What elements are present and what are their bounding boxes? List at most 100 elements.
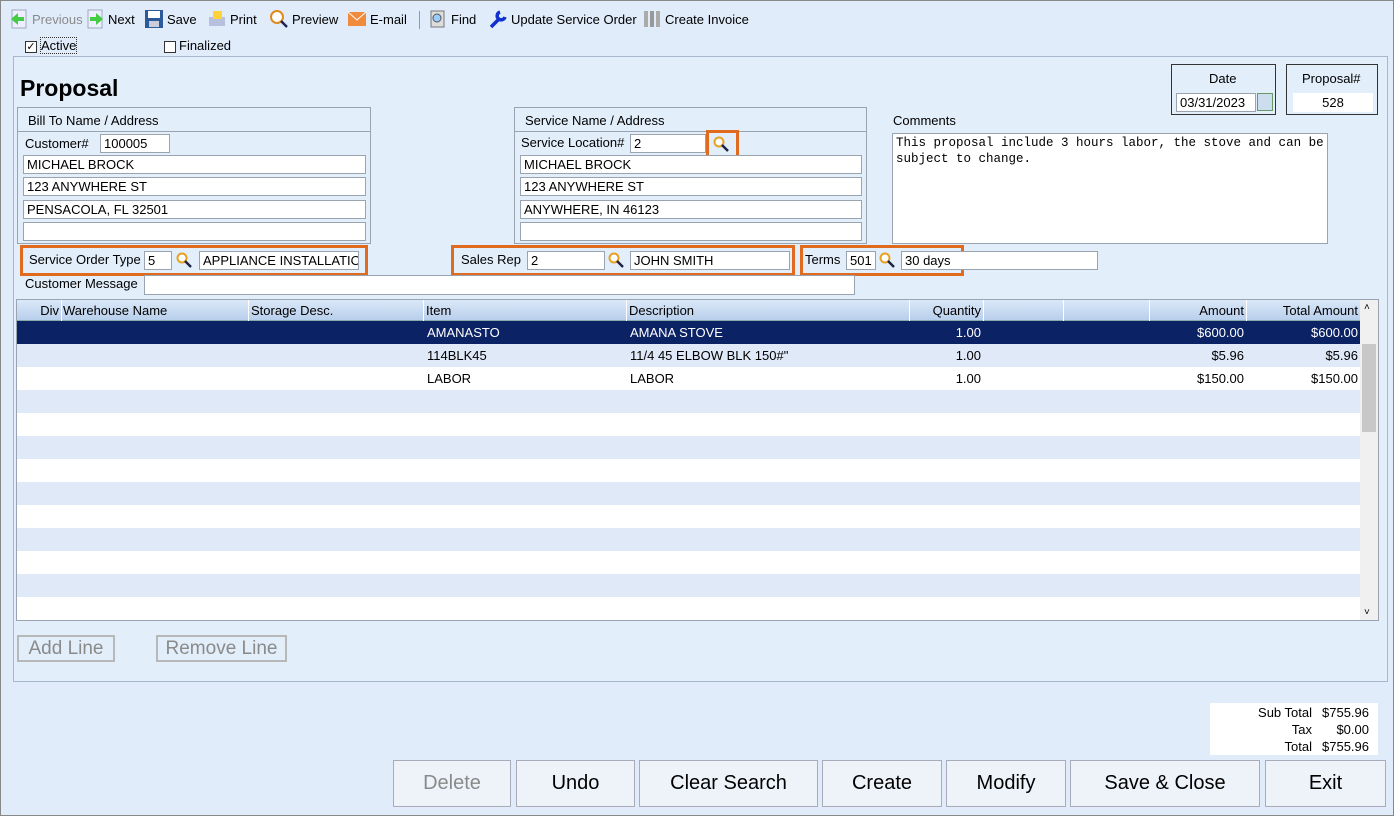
customer-number-field[interactable]: 100005: [100, 134, 170, 153]
search-icon[interactable]: [713, 136, 729, 152]
update-service-order-button[interactable]: Update Service Order: [488, 9, 637, 29]
clear-search-button[interactable]: Clear Search: [639, 760, 818, 807]
email-button[interactable]: E-mail: [347, 9, 407, 29]
service-address-field[interactable]: 123 ANYWHERE ST: [520, 177, 862, 196]
proposal-number-label: Proposal#: [1302, 71, 1361, 86]
customer-label: Customer#: [25, 136, 89, 151]
cell-description: LABOR: [630, 371, 675, 386]
service-order-type-label: Service Order Type: [29, 252, 141, 267]
column-header[interactable]: Quantity: [910, 300, 984, 321]
active-checkbox[interactable]: ✓ Active: [25, 37, 78, 54]
service-order-type-name-field[interactable]: APPLIANCE INSTALLATIO: [199, 251, 359, 270]
table-row[interactable]: AMANASTO AMANA STOVE 1.00 $600.00 $600.00: [17, 321, 1361, 344]
exit-button[interactable]: Exit: [1265, 760, 1386, 807]
scroll-down-icon[interactable]: ˅: [1364, 607, 1370, 618]
empty-row[interactable]: [17, 436, 1361, 459]
save-button[interactable]: Save: [144, 9, 197, 29]
service-header: Service Name / Address: [514, 107, 867, 132]
empty-row[interactable]: [17, 390, 1361, 413]
create-invoice-button[interactable]: Create Invoice: [642, 9, 749, 29]
column-header[interactable]: [984, 300, 1064, 321]
finalized-checkbox[interactable]: Finalized: [164, 38, 231, 53]
search-icon[interactable]: [879, 252, 895, 268]
service-order-type-code-field[interactable]: 5: [144, 251, 172, 270]
cell-description: AMANA STOVE: [630, 325, 723, 340]
delete-button[interactable]: Delete: [393, 760, 511, 807]
bill-to-address-field[interactable]: 123 ANYWHERE ST: [23, 177, 366, 196]
bill-to-city-field[interactable]: PENSACOLA, FL 32501: [23, 200, 366, 219]
bill-to-name-field[interactable]: MICHAEL BROCK: [23, 155, 366, 174]
search-icon[interactable]: [176, 252, 192, 268]
sales-rep-label: Sales Rep: [461, 252, 521, 267]
remove-line-button[interactable]: Remove Line: [156, 635, 287, 662]
empty-row[interactable]: [17, 413, 1361, 436]
sales-rep-name-field[interactable]: JOHN SMITH: [630, 251, 790, 270]
total-label: Total: [1284, 739, 1312, 754]
cell-total: $5.96: [1325, 348, 1358, 363]
proposal-number-field: 528: [1293, 93, 1373, 112]
service-city-field[interactable]: ANYWHERE, IN 46123: [520, 200, 862, 219]
page-title: Proposal: [20, 75, 119, 101]
arrow-left-icon: [9, 9, 29, 29]
empty-row[interactable]: [17, 551, 1361, 574]
column-header[interactable]: Storage Desc.: [249, 300, 424, 321]
comments-label: Comments: [893, 113, 956, 128]
date-field[interactable]: 03/31/2023: [1176, 93, 1256, 112]
empty-row[interactable]: [17, 574, 1361, 597]
grid-header: Div Warehouse Name Storage Desc. Item Descri…: [17, 300, 1361, 321]
add-line-button[interactable]: Add Line: [17, 635, 115, 662]
empty-row[interactable]: [17, 528, 1361, 551]
previous-button[interactable]: Previous: [9, 9, 83, 29]
column-header[interactable]: Description: [627, 300, 910, 321]
scrollbar-thumb[interactable]: [1362, 344, 1376, 432]
print-button[interactable]: Print: [207, 9, 257, 29]
bill-to-address2-field[interactable]: [23, 222, 366, 241]
find-button[interactable]: Find: [428, 9, 476, 29]
modify-button[interactable]: Modify: [946, 760, 1066, 807]
column-header[interactable]: Amount: [1150, 300, 1247, 321]
magnifier-icon: [269, 9, 289, 29]
toolbar-divider: [419, 11, 420, 29]
terms-label: Terms: [805, 252, 841, 267]
date-label: Date: [1209, 71, 1237, 86]
table-row[interactable]: LABOR LABOR 1.00 $150.00 $150.00: [17, 367, 1361, 390]
cell-quantity: 1.00: [955, 371, 981, 386]
terms-code-field[interactable]: 501: [846, 251, 876, 270]
preview-button[interactable]: Preview: [269, 9, 338, 29]
empty-row[interactable]: [17, 482, 1361, 505]
bill-to-header: Bill To Name / Address: [17, 107, 371, 132]
search-icon[interactable]: [608, 252, 624, 268]
customer-message-field[interactable]: [144, 275, 855, 295]
cell-quantity: 1.00: [955, 325, 981, 340]
vertical-scrollbar[interactable]: ˄ ˅: [1360, 300, 1378, 620]
cell-item: AMANASTO: [427, 325, 500, 340]
calendar-icon[interactable]: [1257, 93, 1273, 111]
column-header[interactable]: Total Amount: [1247, 300, 1361, 321]
column-header[interactable]: Div: [18, 300, 62, 321]
cell-total: $150.00: [1311, 371, 1358, 386]
next-button[interactable]: Next: [85, 9, 135, 29]
totals-box: Sub Total $755.96 Tax $0.00 Total $755.9…: [1210, 703, 1378, 755]
table-row[interactable]: 114BLK45 11/4 45 ELBOW BLK 150#" 1.00 $5.96…: [17, 344, 1361, 367]
column-header[interactable]: [1064, 300, 1150, 321]
empty-row[interactable]: [17, 597, 1361, 620]
column-header[interactable]: Item: [424, 300, 627, 321]
service-location-field[interactable]: 2: [630, 134, 706, 153]
service-address2-field[interactable]: [520, 222, 862, 241]
sales-rep-code-field[interactable]: 2: [527, 251, 605, 270]
cell-amount: $600.00: [1197, 325, 1244, 340]
undo-button[interactable]: Undo: [516, 760, 635, 807]
service-name-field[interactable]: MICHAEL BROCK: [520, 155, 862, 174]
empty-row[interactable]: [17, 459, 1361, 482]
comments-field[interactable]: This proposal include 3 hours labor, the…: [892, 133, 1328, 244]
create-button[interactable]: Create: [822, 760, 942, 807]
empty-row[interactable]: [17, 505, 1361, 528]
scroll-up-icon[interactable]: ˄: [1364, 302, 1370, 313]
save-close-button[interactable]: Save & Close: [1070, 760, 1260, 807]
terms-name-field[interactable]: 30 days: [901, 251, 1098, 270]
cell-total: $600.00: [1311, 325, 1358, 340]
cell-description: 11/4 45 ELBOW BLK 150#": [630, 348, 789, 363]
column-header[interactable]: Warehouse Name: [61, 300, 249, 321]
invoice-icon: [642, 9, 662, 29]
service-location-label: Service Location#: [521, 135, 625, 150]
